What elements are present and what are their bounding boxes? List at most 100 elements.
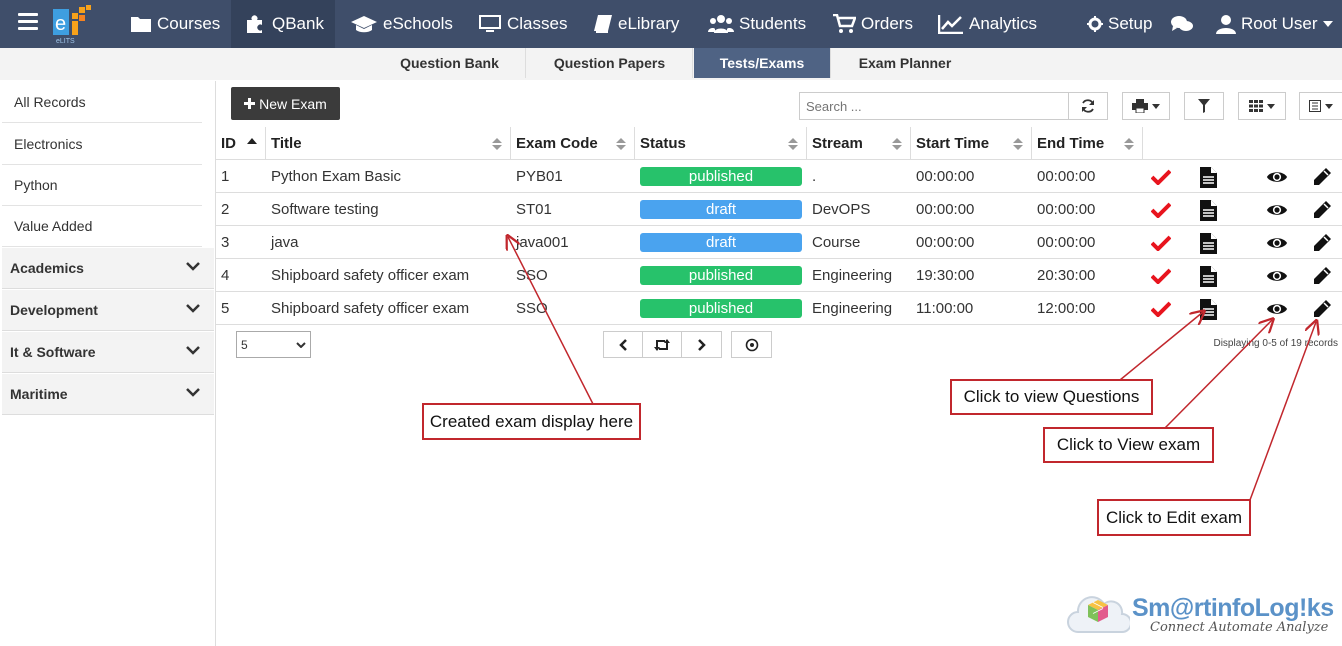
- nav-setup[interactable]: Setup: [1087, 0, 1152, 48]
- sidebar-category-it-software[interactable]: It & Software: [2, 332, 214, 373]
- cell-id: 5: [221, 300, 230, 317]
- nav-classes[interactable]: Classes: [478, 0, 567, 48]
- export-button[interactable]: [1299, 92, 1342, 120]
- watermark-title: Sm@rtinfoLog!ks: [1132, 594, 1334, 622]
- monitor-icon: [479, 15, 501, 32]
- publish-check-icon[interactable]: [1150, 166, 1172, 188]
- edit-exam-pencil-icon[interactable]: [1311, 232, 1333, 254]
- column-header-id[interactable]: ID: [216, 127, 266, 160]
- edit-exam-pencil-icon[interactable]: [1311, 265, 1333, 287]
- category-label: Maritime: [10, 386, 68, 402]
- column-header-end-time[interactable]: End Time: [1032, 127, 1143, 160]
- book-icon: [594, 15, 612, 33]
- tab-question-bank[interactable]: Question Bank: [374, 48, 526, 78]
- reload-page-button[interactable]: [643, 332, 682, 357]
- table-row[interactable]: 1 Python Exam Basic PYB01 published . 00…: [216, 160, 1342, 193]
- view-questions-icon[interactable]: [1197, 265, 1219, 287]
- sidebar-item-electronics[interactable]: Electronics: [2, 124, 202, 165]
- publish-check-icon[interactable]: [1150, 199, 1172, 221]
- table-row[interactable]: 4 Shipboard safety officer exam SSO publ…: [216, 259, 1342, 292]
- table-row[interactable]: 5 Shipboard safety officer exam SSO publ…: [216, 292, 1342, 325]
- chat-button[interactable]: [1171, 0, 1193, 48]
- cell-exam-code: PYB01: [516, 168, 563, 185]
- top-navbar: e eLITS Courses QBank eSchools Classes e…: [0, 0, 1342, 48]
- edit-exam-pencil-icon[interactable]: [1311, 166, 1333, 188]
- cell-end-time: 00:00:00: [1037, 234, 1096, 251]
- sidebar-category-maritime[interactable]: Maritime: [2, 374, 214, 415]
- next-page-button[interactable]: [682, 332, 721, 357]
- publish-check-icon[interactable]: [1150, 265, 1172, 287]
- column-header-status[interactable]: Status: [635, 127, 807, 160]
- publish-check-icon[interactable]: [1150, 232, 1172, 254]
- cell-title: Python Exam Basic: [271, 168, 402, 185]
- grid-icon: [1249, 100, 1263, 112]
- caret-down-icon: [1322, 21, 1333, 27]
- category-label: It & Software: [10, 344, 96, 360]
- edit-exam-pencil-icon[interactable]: [1311, 298, 1333, 320]
- filter-button[interactable]: [1184, 92, 1224, 120]
- column-header-exam-code[interactable]: Exam Code: [511, 127, 635, 160]
- sidebar-item-all-records[interactable]: All Records: [2, 82, 202, 123]
- search-input[interactable]: [799, 92, 1069, 120]
- brand-logo[interactable]: e eLITS: [50, 3, 96, 45]
- cell-exam-code: SSO: [516, 300, 548, 317]
- print-button[interactable]: [1122, 92, 1170, 120]
- nav-eschools[interactable]: eSchools: [350, 0, 453, 48]
- sort-icon: [616, 138, 626, 150]
- nav-orders[interactable]: Orders: [832, 0, 913, 48]
- chevron-right-icon: [697, 338, 706, 351]
- cell-title: Shipboard safety officer exam: [271, 300, 470, 317]
- page-jump-button[interactable]: [732, 332, 771, 357]
- nav-elibrary[interactable]: eLibrary: [593, 0, 679, 48]
- cell-title: java: [271, 234, 299, 251]
- user-menu[interactable]: Root User: [1216, 0, 1333, 48]
- edit-exam-pencil-icon[interactable]: [1311, 199, 1333, 221]
- cell-start-time: 19:30:00: [916, 267, 975, 284]
- nav-qbank[interactable]: QBank: [231, 0, 335, 48]
- prev-page-button[interactable]: [604, 332, 643, 357]
- view-questions-icon[interactable]: [1197, 298, 1219, 320]
- chevron-down-icon: [186, 388, 200, 397]
- user-icon: [1216, 15, 1236, 34]
- cell-end-time: 00:00:00: [1037, 168, 1096, 185]
- cell-id: 1: [221, 168, 230, 185]
- sort-icon: [788, 138, 798, 150]
- tab-exam-planner[interactable]: Exam Planner: [832, 48, 978, 78]
- user-name: Root User: [1241, 14, 1318, 33]
- view-exam-eye-icon[interactable]: [1266, 265, 1288, 287]
- view-questions-icon[interactable]: [1197, 166, 1219, 188]
- nav-eschools-label: eSchools: [383, 14, 453, 33]
- status-badge: published: [640, 167, 802, 186]
- tab-question-papers[interactable]: Question Papers: [527, 48, 693, 78]
- sidebar-category-development[interactable]: Development: [2, 290, 214, 331]
- hamburger-menu-icon[interactable]: [18, 13, 38, 31]
- view-exam-eye-icon[interactable]: [1266, 298, 1288, 320]
- table-row[interactable]: 2 Software testing ST01 draft DevOPS 00:…: [216, 193, 1342, 226]
- column-header-label: End Time: [1037, 134, 1105, 152]
- column-header-title[interactable]: Title: [266, 127, 511, 160]
- chevron-left-icon: [619, 338, 627, 351]
- publish-check-icon[interactable]: [1150, 298, 1172, 320]
- nav-students[interactable]: Students: [708, 0, 806, 48]
- refresh-button[interactable]: [1068, 92, 1108, 120]
- column-header-label: Status: [640, 134, 686, 152]
- sidebar-category-academics[interactable]: Academics: [2, 248, 214, 289]
- sidebar-item-python[interactable]: Python: [2, 165, 202, 206]
- view-exam-eye-icon[interactable]: [1266, 199, 1288, 221]
- columns-button[interactable]: [1238, 92, 1286, 120]
- view-questions-icon[interactable]: [1197, 232, 1219, 254]
- page-size-select[interactable]: 5: [236, 331, 311, 358]
- cell-stream: DevOPS: [812, 201, 871, 218]
- column-header-stream[interactable]: Stream: [807, 127, 911, 160]
- view-questions-icon[interactable]: [1197, 199, 1219, 221]
- view-exam-eye-icon[interactable]: [1266, 232, 1288, 254]
- tab-tests-exams[interactable]: Tests/Exams: [694, 48, 831, 78]
- sidebar-item-value-added[interactable]: Value Added: [2, 206, 202, 247]
- nav-courses[interactable]: Courses: [130, 0, 220, 48]
- column-header-start-time[interactable]: Start Time: [911, 127, 1032, 160]
- new-exam-button[interactable]: New Exam: [231, 87, 340, 120]
- view-exam-eye-icon[interactable]: [1266, 166, 1288, 188]
- table-row[interactable]: 3 java java001 draft Course 00:00:00 00:…: [216, 226, 1342, 259]
- category-label: Academics: [10, 260, 84, 276]
- nav-analytics[interactable]: Analytics: [938, 0, 1037, 48]
